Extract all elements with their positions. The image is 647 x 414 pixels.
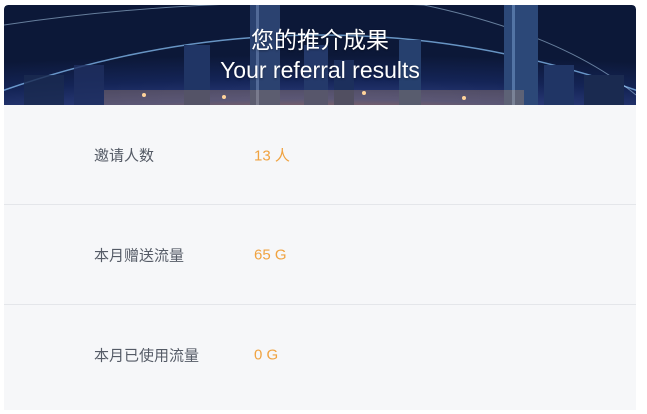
banner-title: 您的推介成果 [251, 27, 389, 53]
stat-label: 本月赠送流量 [94, 247, 185, 264]
city-skyline-image [4, 5, 636, 105]
stat-row-used-traffic: 本月已使用流量 0 G [4, 305, 636, 404]
stat-row-gifted-traffic: 本月赠送流量 65 G [4, 205, 636, 305]
banner: 您的推介成果 Your referral results [4, 5, 636, 105]
referral-results-card: 您的推介成果 Your referral results 邀请人数 13 人 本… [4, 5, 636, 410]
stat-label: 邀请人数 [94, 147, 155, 164]
stat-value: 13 人 [254, 147, 290, 164]
stat-value: 0 G [254, 346, 279, 363]
stat-label: 本月已使用流量 [94, 347, 200, 364]
banner-subtitle: Your referral results [220, 57, 420, 83]
stat-row-invites: 邀请人数 13 人 [4, 105, 636, 205]
stat-value: 65 G [254, 246, 287, 263]
